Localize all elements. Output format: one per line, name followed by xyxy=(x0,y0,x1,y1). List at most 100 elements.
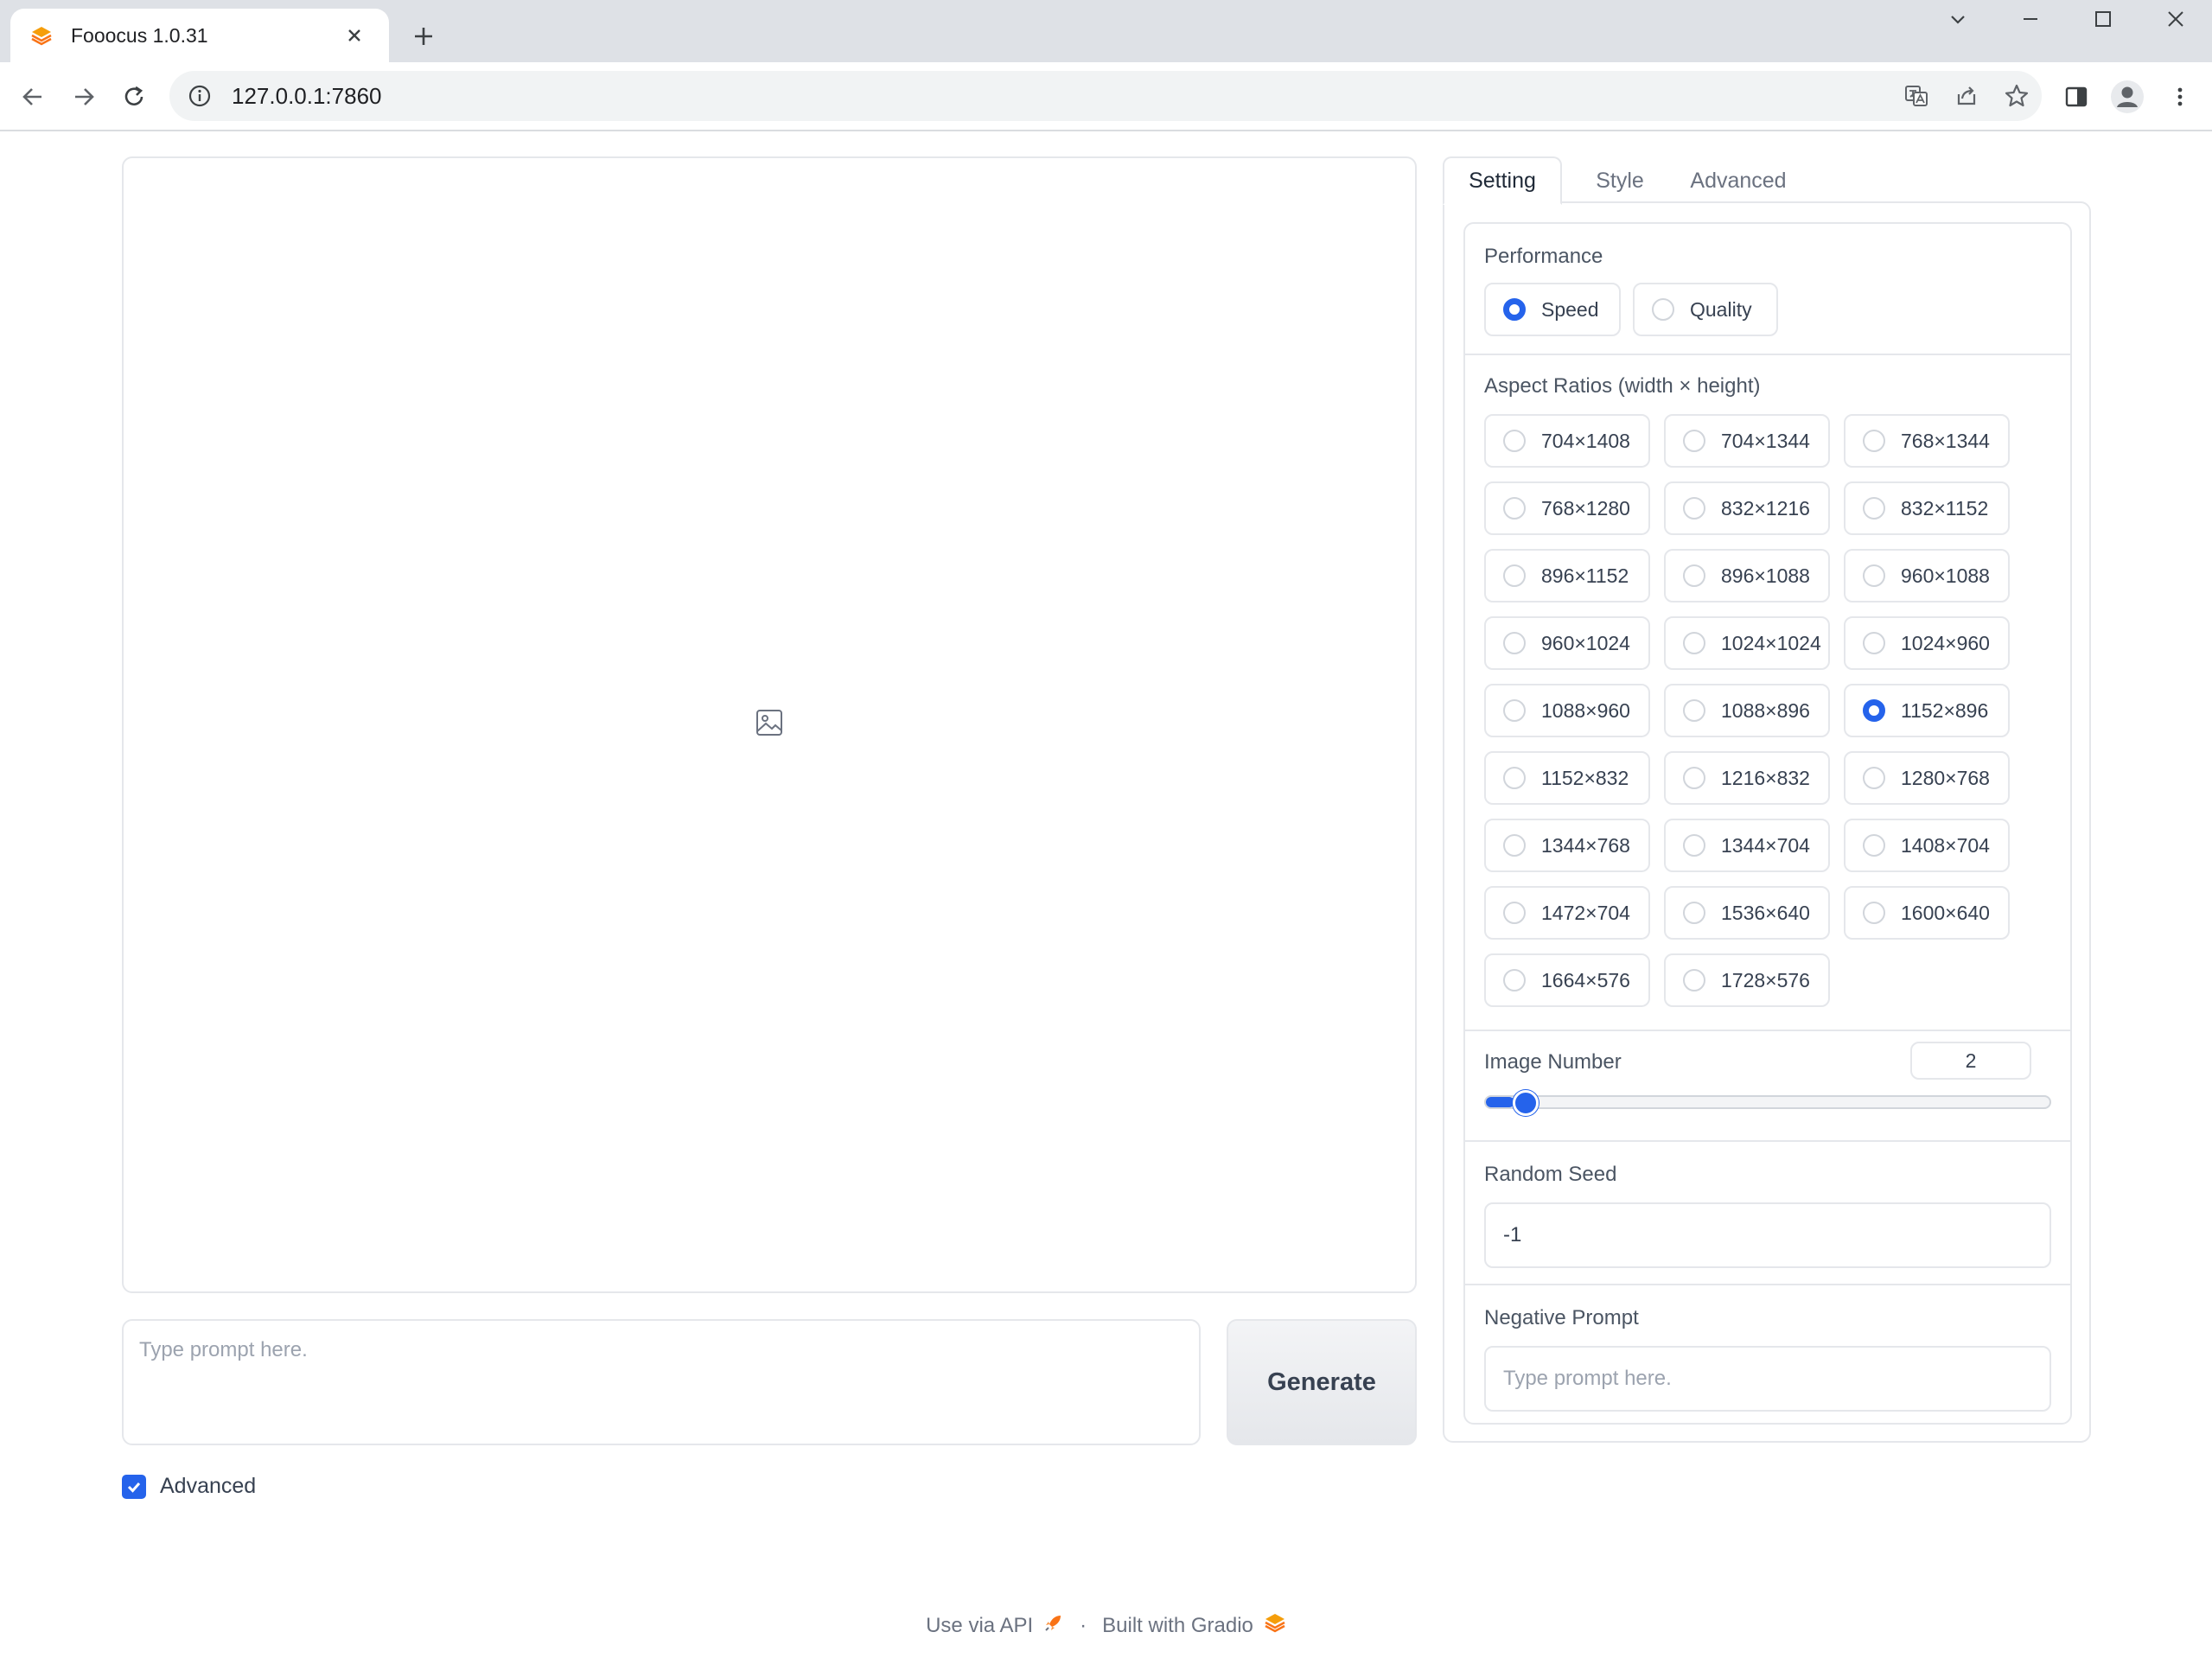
browser-tab[interactable]: Fooocus 1.0.31 xyxy=(10,9,389,62)
minimize-icon[interactable] xyxy=(1994,0,2067,38)
image-number-input[interactable]: 2 xyxy=(1910,1042,2031,1080)
close-tab-icon[interactable] xyxy=(339,20,370,51)
aspect-ratio-option[interactable]: 1664×576 xyxy=(1484,953,1650,1007)
radio-icon xyxy=(1503,767,1526,789)
aspect-ratio-label: 1408×704 xyxy=(1901,833,1990,857)
aspect-ratio-option[interactable]: 1728×576 xyxy=(1664,953,1830,1007)
performance-speed-option[interactable]: Speed xyxy=(1484,283,1621,336)
aspect-ratio-option[interactable]: 1280×768 xyxy=(1844,751,2010,805)
aspect-ratio-label: 1344×768 xyxy=(1541,833,1630,857)
image-placeholder-icon xyxy=(755,708,784,742)
negative-prompt-input[interactable] xyxy=(1503,1367,2049,1391)
tab-setting[interactable]: Setting xyxy=(1443,156,1562,205)
checkbox-checked-icon[interactable] xyxy=(122,1474,146,1499)
aspect-ratio-option[interactable]: 1152×896 xyxy=(1844,684,2010,737)
aspect-ratio-option[interactable]: 768×1344 xyxy=(1844,414,2010,468)
address-bar[interactable]: 127.0.0.1:7860 xyxy=(169,71,2042,121)
share-icon[interactable] xyxy=(1941,71,1992,121)
site-info-icon[interactable] xyxy=(187,83,213,109)
tab-search-icon[interactable] xyxy=(1922,0,1994,38)
use-via-api-link[interactable]: Use via API xyxy=(926,1614,1033,1638)
translate-icon[interactable] xyxy=(1891,71,1941,121)
radio-icon xyxy=(1863,902,1885,924)
aspect-ratio-label: 1216×832 xyxy=(1721,766,1810,789)
aspect-ratio-option[interactable]: 960×1088 xyxy=(1844,549,2010,602)
aspect-ratio-label: 1728×576 xyxy=(1721,968,1810,991)
back-icon[interactable] xyxy=(16,80,50,114)
aspect-ratio-option[interactable]: 832×1152 xyxy=(1844,481,2010,535)
image-number-label: Image Number xyxy=(1484,1050,1622,1074)
side-panel-icon[interactable] xyxy=(2052,73,2100,121)
aspect-ratio-label: 896×1152 xyxy=(1541,564,1629,587)
generate-button[interactable]: Generate xyxy=(1227,1319,1417,1445)
settings-panel: Performance Speed Quality Aspect Ratios … xyxy=(1443,201,2091,1443)
tab-advanced[interactable]: Advanced xyxy=(1674,156,1802,205)
performance-quality-option[interactable]: Quality xyxy=(1633,283,1778,336)
aspect-ratio-option[interactable]: 1600×640 xyxy=(1844,886,2010,940)
aspect-ratio-option[interactable]: 832×1216 xyxy=(1664,481,1830,535)
maximize-icon[interactable] xyxy=(2067,0,2139,38)
radio-icon xyxy=(1503,699,1526,722)
image-number-slider[interactable] xyxy=(1484,1090,2051,1116)
url-text: 127.0.0.1:7860 xyxy=(232,82,382,109)
aspect-ratio-label: 1344×704 xyxy=(1721,833,1810,857)
radio-icon xyxy=(1863,632,1885,654)
negative-prompt-label: Negative Prompt xyxy=(1484,1306,1639,1329)
aspect-ratio-option[interactable]: 704×1408 xyxy=(1484,414,1650,468)
profile-avatar-icon[interactable] xyxy=(2103,73,2151,121)
aspect-ratio-label: 1600×640 xyxy=(1901,901,1990,924)
aspect-ratio-label: 960×1024 xyxy=(1541,631,1630,654)
aspect-ratio-option[interactable]: 1536×640 xyxy=(1664,886,1830,940)
radio-icon xyxy=(1503,632,1526,654)
tab-style[interactable]: Style xyxy=(1572,156,1667,205)
aspect-ratio-option[interactable]: 896×1088 xyxy=(1664,549,1830,602)
aspect-ratio-label: 704×1408 xyxy=(1541,429,1630,452)
radio-icon xyxy=(1683,564,1705,587)
prompt-textbox[interactable] xyxy=(122,1319,1201,1445)
aspect-ratio-option[interactable]: 1408×704 xyxy=(1844,819,2010,872)
random-seed-input[interactable]: -1 xyxy=(1484,1202,2051,1268)
advanced-checkbox[interactable]: Advanced xyxy=(122,1474,256,1499)
negative-prompt-field[interactable] xyxy=(1484,1346,2051,1412)
aspect-ratio-option[interactable]: 704×1344 xyxy=(1664,414,1830,468)
aspect-ratio-label: 1088×896 xyxy=(1721,698,1810,722)
prompt-input[interactable] xyxy=(139,1338,1183,1426)
radio-icon xyxy=(1503,564,1526,587)
aspect-ratio-option[interactable]: 1088×960 xyxy=(1484,684,1650,737)
aspect-ratio-option[interactable]: 960×1024 xyxy=(1484,616,1650,670)
radio-icon xyxy=(1863,430,1885,452)
aspect-ratio-label: 1152×896 xyxy=(1901,698,1989,722)
random-seed-block: Random Seed -1 xyxy=(1465,1142,2070,1285)
aspect-ratio-option[interactable]: 1472×704 xyxy=(1484,886,1650,940)
aspect-ratio-label: 768×1344 xyxy=(1901,429,1990,452)
forward-icon[interactable] xyxy=(67,80,101,114)
radio-icon xyxy=(1683,969,1705,991)
browser-menu-icon[interactable] xyxy=(2156,73,2204,121)
radio-icon xyxy=(1683,699,1705,722)
aspect-ratio-option[interactable]: 1088×896 xyxy=(1664,684,1830,737)
radio-icon xyxy=(1683,430,1705,452)
browser-tabstrip: Fooocus 1.0.31 xyxy=(0,0,2212,62)
aspect-ratio-option[interactable]: 768×1280 xyxy=(1484,481,1650,535)
aspect-ratio-label: 1536×640 xyxy=(1721,901,1810,924)
slider-thumb[interactable] xyxy=(1512,1090,1539,1116)
footer-separator: · xyxy=(1080,1613,1087,1637)
aspect-ratio-option[interactable]: 1344×768 xyxy=(1484,819,1650,872)
footer: Use via API · Built with Gradio xyxy=(0,1611,2212,1640)
new-tab-icon[interactable] xyxy=(406,19,441,54)
window-close-icon[interactable] xyxy=(2139,0,2212,38)
aspect-ratio-option[interactable]: 1216×832 xyxy=(1664,751,1830,805)
aspect-ratio-option[interactable]: 896×1152 xyxy=(1484,549,1650,602)
reload-icon[interactable] xyxy=(117,80,151,114)
aspect-ratio-label: 1024×960 xyxy=(1901,631,1990,654)
aspect-ratio-option[interactable]: 1152×832 xyxy=(1484,751,1650,805)
advanced-label: Advanced xyxy=(160,1474,257,1498)
aspect-ratio-option[interactable]: 1344×704 xyxy=(1664,819,1830,872)
aspect-ratio-option[interactable]: 1024×1024 xyxy=(1664,616,1830,670)
aspect-ratio-label: 896×1088 xyxy=(1721,564,1810,587)
bookmark-star-icon[interactable] xyxy=(1992,71,2042,121)
performance-block: Performance Speed Quality xyxy=(1465,224,2070,355)
aspect-ratio-option[interactable]: 1024×960 xyxy=(1844,616,2010,670)
random-seed-label: Random Seed xyxy=(1484,1163,1617,1186)
built-with-gradio-link[interactable]: Built with Gradio xyxy=(1102,1614,1253,1638)
